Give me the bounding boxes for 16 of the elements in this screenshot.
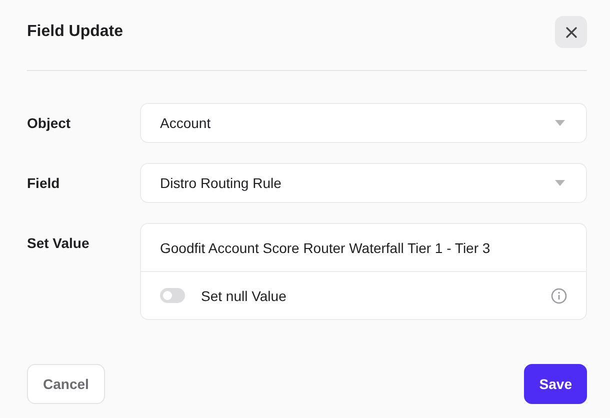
field-label: Set Value (27, 234, 90, 253)
dialog-title: Field Update (27, 23, 124, 41)
save-button[interactable]: Save (524, 364, 587, 404)
cancel-button[interactable]: Cancel (27, 364, 105, 404)
field-label: Field (27, 174, 61, 193)
value-field[interactable]: Goodfit Account Score Router Waterfall Tier 1 - Tier 3 (160, 240, 490, 256)
toggle-label: Set null Value (201, 288, 288, 304)
field-label: Object (27, 114, 72, 133)
caret-icon (555, 180, 565, 186)
caret-icon (555, 120, 565, 126)
toggle-switch[interactable] (160, 288, 185, 303)
info-icon (551, 288, 567, 304)
close-button[interactable] (555, 16, 587, 48)
dropdown[interactable]: Account (140, 103, 587, 143)
close-icon (566, 26, 576, 38)
dropdown[interactable]: Distro Routing Rule (140, 163, 587, 203)
